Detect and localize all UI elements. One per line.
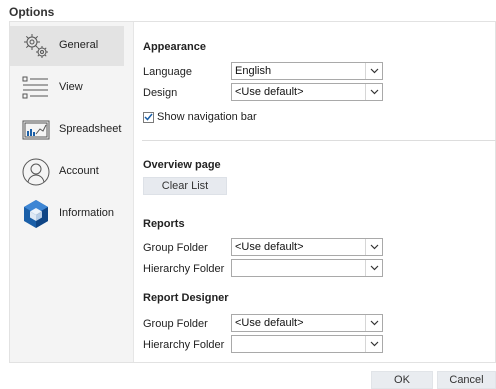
designer-group-folder-value: <Use default> <box>235 317 304 329</box>
information-cube-icon <box>24 200 48 228</box>
designer-group-folder-label: Group Folder <box>143 318 208 330</box>
language-select[interactable]: English <box>231 62 383 80</box>
sidebar-item-information[interactable]: Information <box>10 194 124 234</box>
show-navigation-bar-label: Show navigation bar <box>157 111 257 123</box>
language-label: Language <box>143 66 192 78</box>
sidebar-item-label: Spreadsheet <box>59 123 122 135</box>
chevron-down-icon[interactable] <box>365 336 382 352</box>
language-select-value: English <box>235 65 272 77</box>
user-account-icon <box>22 158 50 186</box>
sidebar: General View Spreadsheet Account Informa… <box>10 22 131 362</box>
section-divider <box>142 140 496 141</box>
options-dialog: Options General View Spreadsheet Account… <box>0 0 496 389</box>
design-select-value: <Use default> <box>235 86 304 98</box>
chevron-down-icon[interactable] <box>365 63 382 79</box>
checkmark-icon <box>144 113 153 121</box>
sidebar-item-general[interactable]: General <box>10 26 124 66</box>
reports-group-folder-label: Group Folder <box>143 242 208 254</box>
cancel-button[interactable]: Cancel <box>437 371 496 389</box>
ok-button[interactable]: OK <box>371 371 433 389</box>
sidebar-item-view[interactable]: View <box>10 68 124 108</box>
sidebar-item-label: View <box>59 81 83 93</box>
sidebar-item-spreadsheet[interactable]: Spreadsheet <box>10 110 124 150</box>
sidebar-item-label: Information <box>59 207 115 219</box>
reports-heading: Reports <box>143 218 185 230</box>
sidebar-item-label: Account <box>59 165 99 177</box>
show-navigation-bar-option: Show navigation bar <box>143 111 257 123</box>
designer-hierarchy-folder-label: Hierarchy Folder <box>143 339 225 351</box>
appearance-heading: Appearance <box>143 41 206 53</box>
show-navigation-bar-checkbox[interactable] <box>143 111 154 123</box>
chevron-down-icon[interactable] <box>365 260 382 276</box>
chevron-down-icon[interactable] <box>365 84 382 100</box>
reports-hierarchy-folder-label: Hierarchy Folder <box>143 263 225 275</box>
designer-group-folder-select[interactable]: <Use default> <box>231 314 383 332</box>
list-view-icon <box>22 76 48 99</box>
sidebar-item-label: General <box>59 39 99 51</box>
dialog-title: Options <box>9 5 55 19</box>
gears-icon <box>24 34 48 58</box>
design-label: Design <box>143 87 178 99</box>
reports-group-folder-value: <Use default> <box>235 241 304 253</box>
design-select[interactable]: <Use default> <box>231 83 383 101</box>
report-designer-heading: Report Designer <box>143 292 229 304</box>
overview-page-heading: Overview page <box>143 159 221 171</box>
reports-hierarchy-folder-select[interactable] <box>231 259 383 277</box>
spreadsheet-chart-icon <box>22 120 50 140</box>
chevron-down-icon[interactable] <box>365 315 382 331</box>
reports-group-folder-select[interactable]: <Use default> <box>231 238 383 256</box>
clear-list-button[interactable]: Clear List <box>143 177 227 195</box>
general-settings-panel: Appearance Language English Design <Use … <box>133 22 496 362</box>
designer-hierarchy-folder-select[interactable] <box>231 335 383 353</box>
chevron-down-icon[interactable] <box>365 239 382 255</box>
sidebar-item-account[interactable]: Account <box>10 152 124 192</box>
